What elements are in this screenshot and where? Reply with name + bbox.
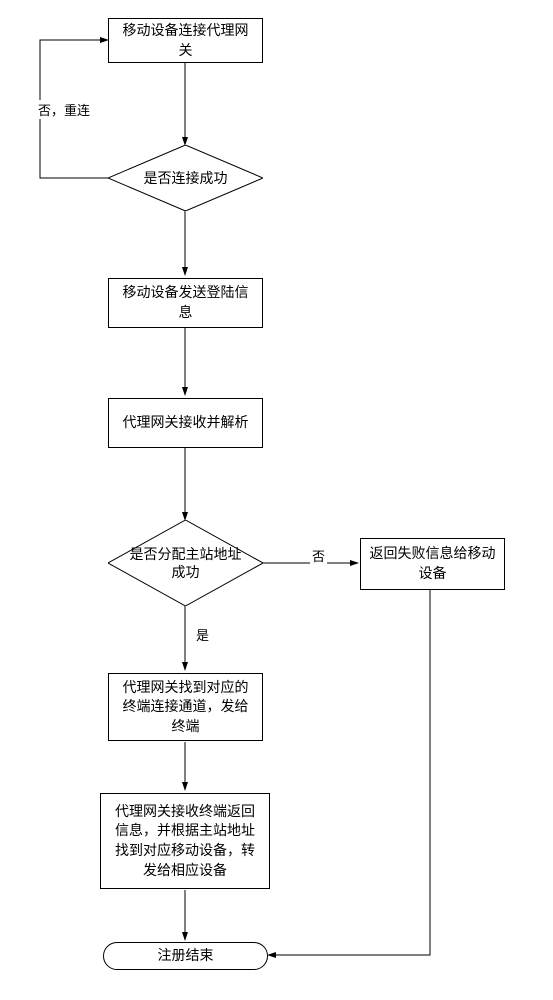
process-find-channel: 代理网关找到对应的终端连接通道，发给终端	[108, 673, 263, 741]
decision-assign-address: 是否分配主站地址成功	[108, 520, 263, 606]
process-label: 代理网关找到对应的终端连接通道，发给终端	[117, 678, 254, 737]
edge-label-yes: 是	[194, 625, 211, 644]
process-send-login: 移动设备发送登陆信息	[108, 278, 263, 328]
process-connect-gateway: 移动设备连接代理网关	[108, 18, 263, 63]
decision-label: 是否连接成功	[144, 169, 228, 187]
terminator-end: 注册结束	[103, 942, 268, 970]
decision-label: 是否分配主站地址成功	[126, 545, 245, 581]
process-receive-parse: 代理网关接收并解析	[108, 398, 263, 448]
process-label: 移动设备发送登陆信息	[117, 283, 254, 322]
edge-label-no-reconnect: 否，重连	[36, 100, 92, 119]
edge-label-no: 否	[310, 546, 327, 565]
process-label: 移动设备连接代理网关	[117, 21, 254, 60]
process-label: 代理网关接收并解析	[123, 413, 249, 433]
process-label: 代理网关接收终端返回信息，并根据主站地址找到对应移动设备，转发给相应设备	[109, 802, 261, 880]
terminator-label: 注册结束	[158, 946, 214, 966]
process-forward-device: 代理网关接收终端返回信息，并根据主站地址找到对应移动设备，转发给相应设备	[100, 793, 270, 889]
process-label: 返回失败信息给移动设备	[369, 544, 496, 583]
flow-arrows	[0, 0, 553, 1000]
process-return-fail: 返回失败信息给移动设备	[360, 538, 505, 590]
decision-connect-success: 是否连接成功	[108, 145, 263, 211]
